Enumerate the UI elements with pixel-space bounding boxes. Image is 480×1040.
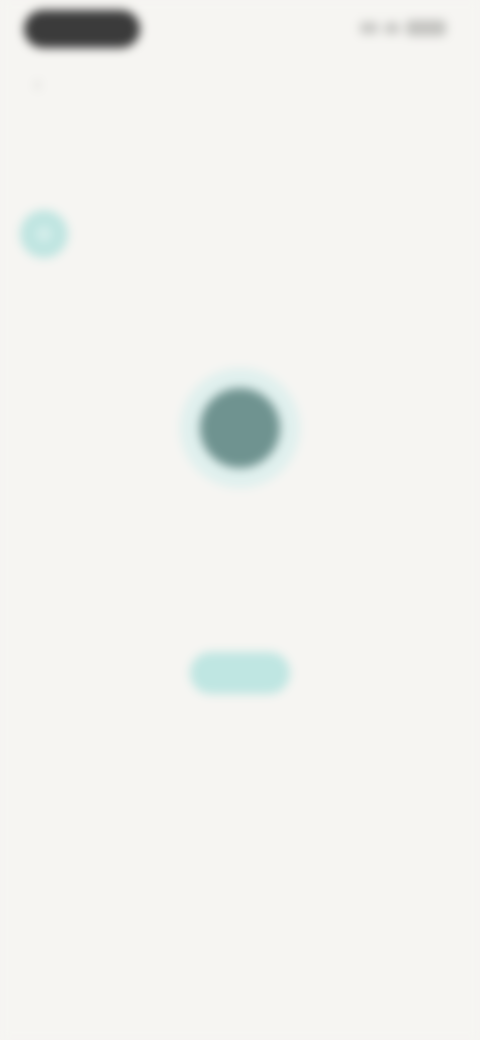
empty-state-action-button[interactable] xyxy=(190,652,290,694)
status-icons xyxy=(360,20,446,36)
navigation-bar: ‹ xyxy=(0,60,480,110)
back-button[interactable]: ‹ xyxy=(34,72,58,96)
status-time-pill xyxy=(24,10,140,48)
signal-icon xyxy=(360,22,378,34)
placeholder-icon xyxy=(200,388,280,468)
empty-state-title xyxy=(120,518,360,546)
empty-state-icon-ring xyxy=(180,368,300,488)
member-name xyxy=(86,224,166,246)
nav-action-button[interactable] xyxy=(412,74,456,96)
empty-state xyxy=(0,360,480,720)
member-list-item[interactable] xyxy=(18,204,218,268)
avatar xyxy=(20,210,68,258)
section-heading xyxy=(28,140,188,164)
page-title xyxy=(152,72,332,98)
battery-icon xyxy=(406,20,446,36)
app-screen: ‹ xyxy=(0,0,480,1040)
wifi-icon xyxy=(384,22,400,34)
status-bar xyxy=(0,0,480,56)
avatar-icon xyxy=(36,226,52,242)
chevron-left-icon: ‹ xyxy=(34,71,42,96)
